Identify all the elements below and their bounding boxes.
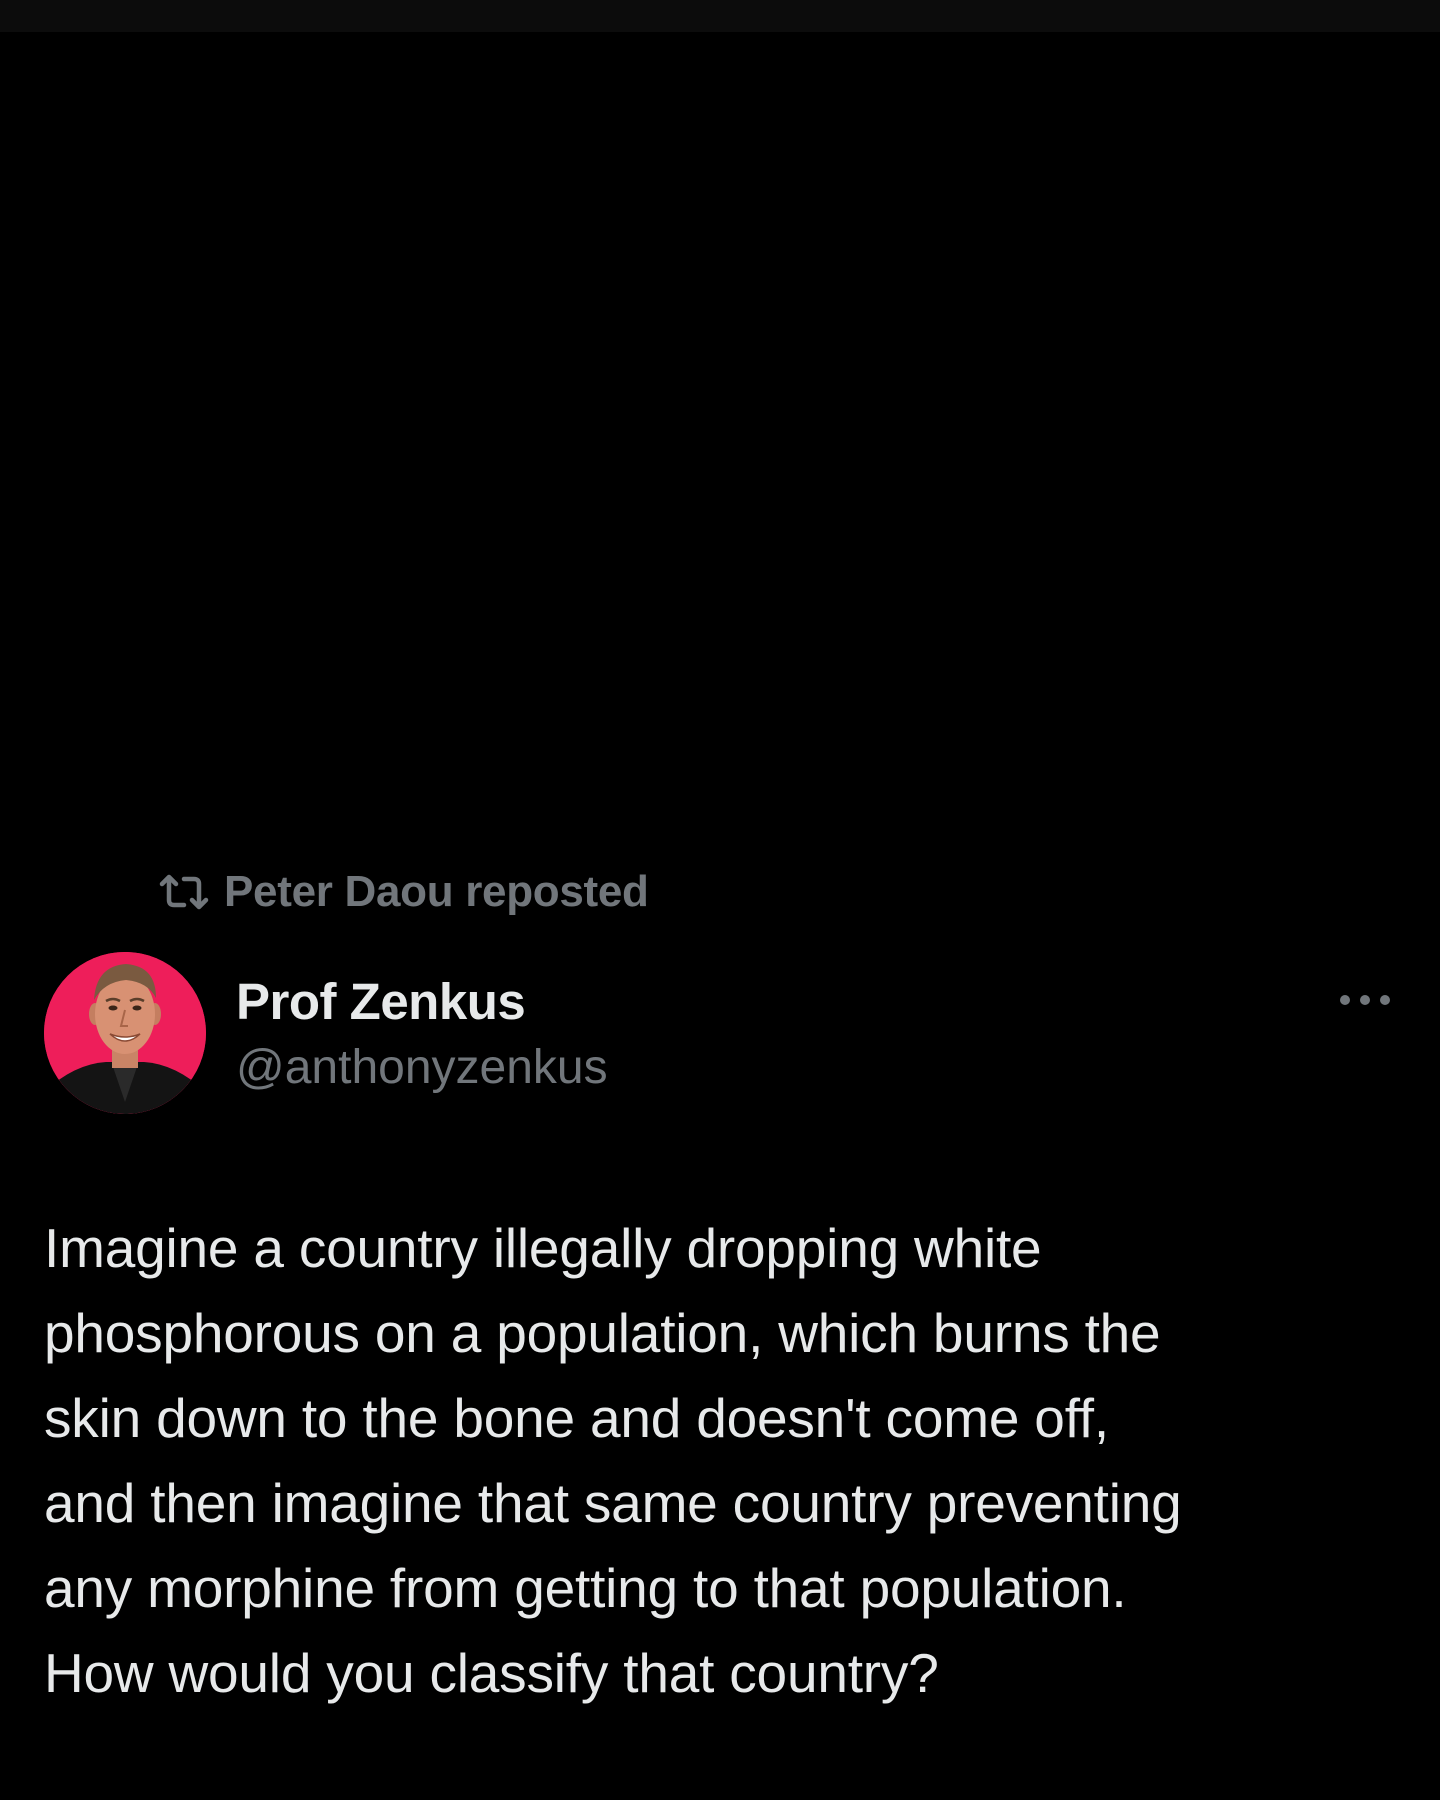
more-options-button[interactable]	[1330, 982, 1400, 1018]
avatar[interactable]	[44, 952, 206, 1114]
user-handle[interactable]: @anthonyzenkus	[236, 1040, 608, 1095]
top-status-strip	[0, 0, 1440, 32]
avatar-photo	[44, 952, 206, 1114]
repost-icon	[158, 872, 210, 912]
display-name[interactable]: Prof Zenkus	[236, 972, 526, 1031]
tweet-body-text: Imagine a country illegally dropping whi…	[44, 1217, 1182, 1704]
repost-indicator[interactable]: Peter Daou reposted	[158, 867, 649, 917]
more-options-icon	[1340, 995, 1390, 1005]
repost-label: Peter Daou reposted	[224, 867, 649, 916]
